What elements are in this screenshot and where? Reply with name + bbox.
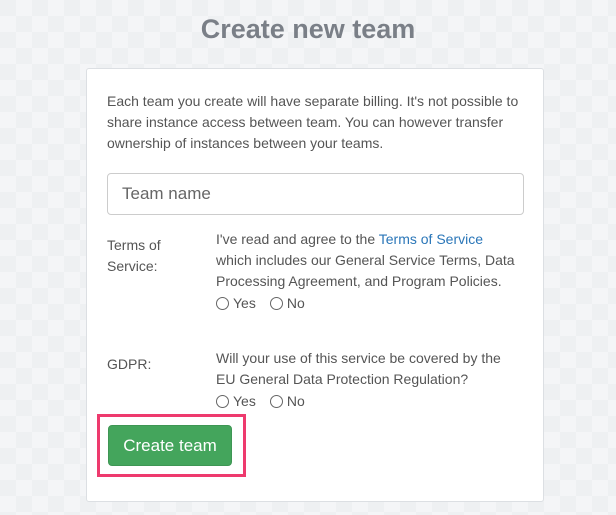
intro-text: Each team you create will have separate … bbox=[107, 93, 519, 151]
page-title: Create new team bbox=[200, 14, 416, 44]
gdpr-text: Will your use of this service be covered… bbox=[216, 350, 501, 387]
gdpr-yes-label[interactable]: Yes bbox=[233, 391, 256, 412]
gdpr-no-radio[interactable] bbox=[269, 395, 283, 408]
tos-no-radio[interactable] bbox=[269, 297, 283, 310]
gdpr-yes-radio[interactable] bbox=[216, 395, 229, 408]
tos-text: I've read and agree to the bbox=[216, 231, 379, 247]
gdpr-field: Will your use of this service be covered… bbox=[216, 348, 516, 412]
gdpr-radio-group: Yes No bbox=[216, 391, 516, 412]
tos-field: I've read and agree to the Terms of Serv… bbox=[216, 229, 516, 314]
tos-no-label[interactable]: No bbox=[287, 293, 305, 314]
tos-yes-radio[interactable] bbox=[216, 297, 229, 310]
gdpr-no-label[interactable]: No bbox=[287, 391, 305, 412]
gdpr-label: GDPR: bbox=[107, 356, 152, 372]
tos-label: Terms of Service: bbox=[107, 237, 161, 274]
tos-radio-group: Yes No bbox=[216, 293, 516, 314]
tos-text-after: which includes our General Service Terms… bbox=[216, 252, 515, 289]
team-name-input[interactable] bbox=[107, 173, 524, 215]
tos-link[interactable]: Terms of Service bbox=[379, 231, 483, 247]
create-team-button[interactable]: Create team bbox=[108, 425, 232, 466]
create-team-card: Each team you create will have separate … bbox=[86, 68, 544, 502]
tos-yes-label[interactable]: Yes bbox=[233, 293, 256, 314]
